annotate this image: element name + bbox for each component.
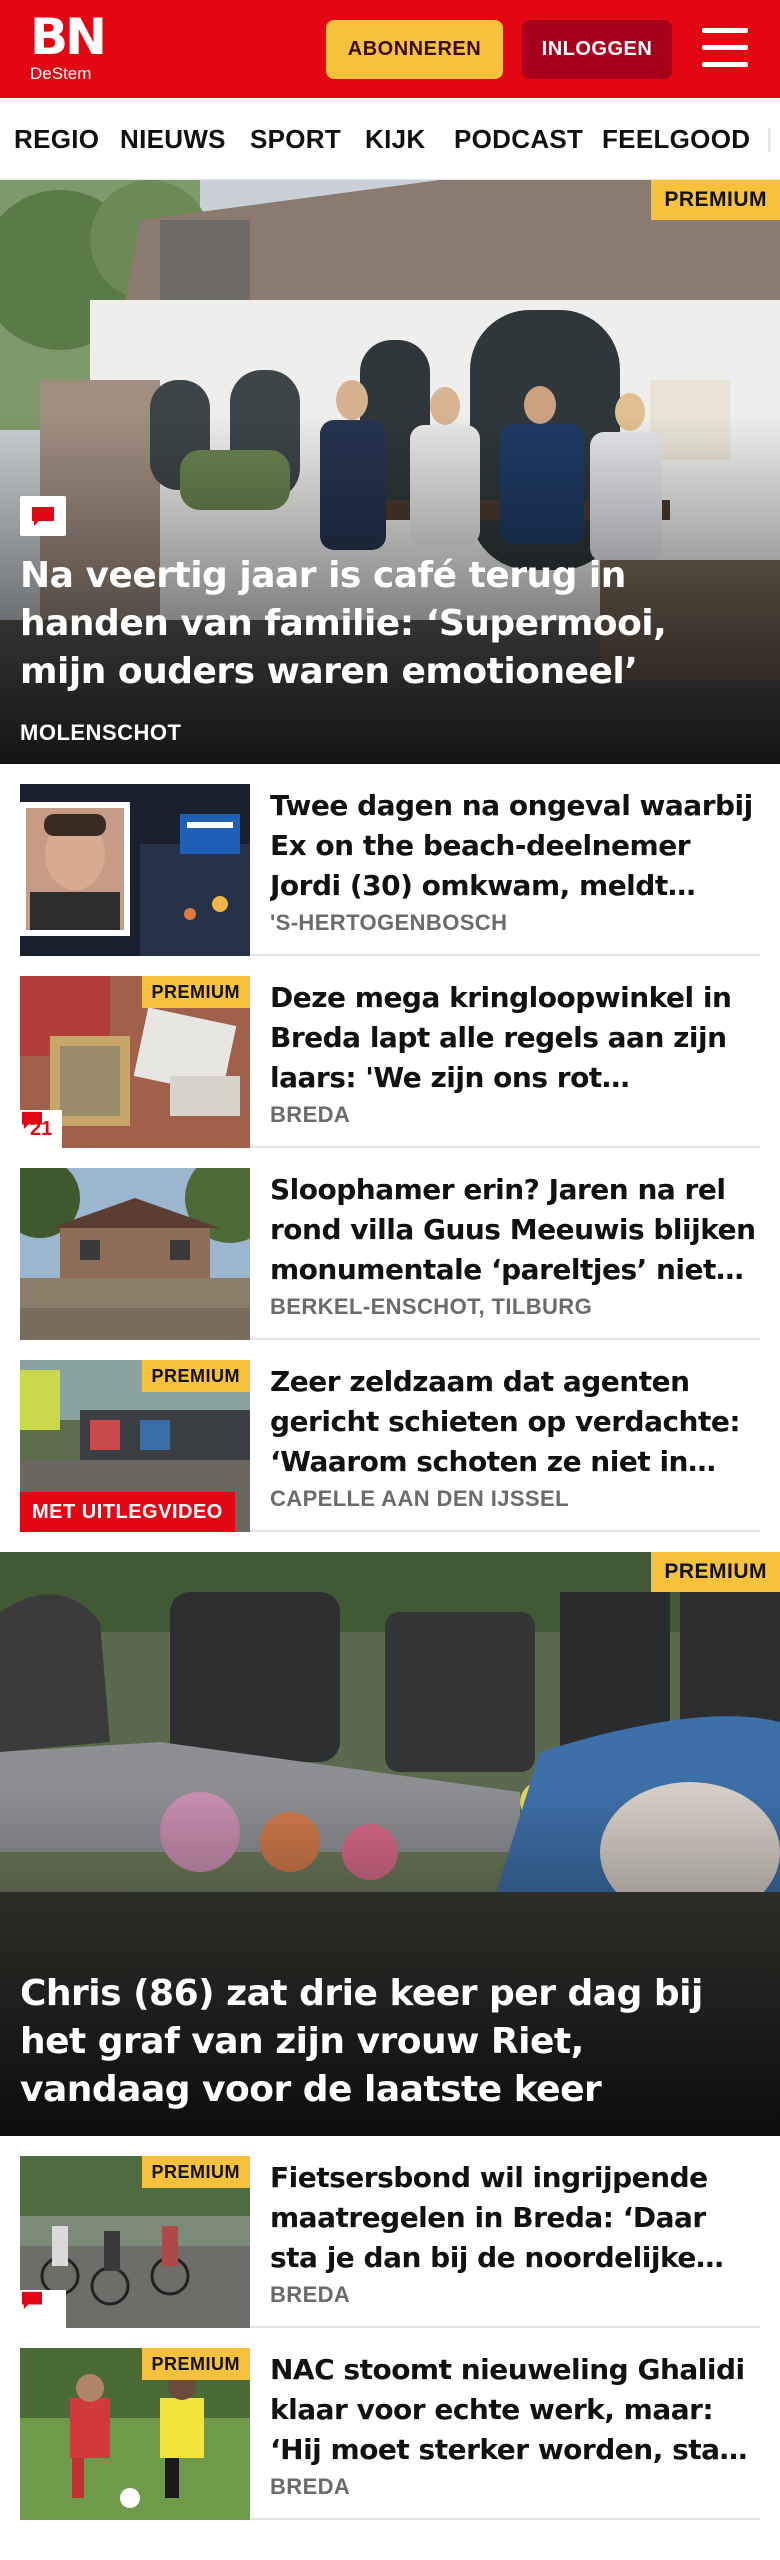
hero-article-graf[interactable]: PREMIUM Chris (86) zat drie keer per dag… [0, 1552, 780, 2136]
login-button[interactable]: INLOGGEN [522, 20, 672, 79]
nav-item-sport[interactable]: SPORT [250, 124, 341, 154]
video-label-badge: MET UITLEGVIDEO [20, 1492, 235, 1532]
premium-badge: PREMIUM [651, 180, 780, 220]
nav-item-feelgood[interactable]: FEELGOOD [602, 124, 750, 154]
hero-article-cafe[interactable]: PREMIUM Na veertig jaar is café terug in… [0, 180, 780, 764]
article-place: BREDA [270, 1102, 351, 1127]
comment-bubble-icon [20, 2290, 66, 2328]
article-title[interactable]: NAC stoomt nieuweling Ghalidi klaar voor… [270, 2350, 760, 2470]
nav-item-podcast[interactable]: PODCAST [454, 124, 583, 154]
comment-bubble-icon [22, 1111, 42, 1130]
list-item[interactable]: PREMIUM NAC stoomt nieuweling Ghalidi kl… [20, 2348, 760, 2520]
article-title[interactable]: Twee dagen na ongeval waarbij Ex on the … [270, 786, 760, 906]
list-item[interactable]: PREMIUM MET UITLEGVIDEO Zeer zeldzaam da… [20, 1360, 760, 1532]
article-thumbnail [20, 1168, 250, 1340]
hero-title[interactable]: Chris (86) zat drie keer per dag bij het… [20, 1970, 756, 2114]
premium-badge: PREMIUM [141, 2156, 250, 2188]
list-item[interactable]: PREMIUM 21 Deze mega kringloopwinkel in … [20, 976, 760, 1148]
nav-item-kijk[interactable]: KIJK [365, 124, 425, 154]
article-place: BREDA [270, 2474, 351, 2499]
article-thumbnail: PREMIUM 21 [20, 976, 250, 1148]
subscribe-button[interactable]: ABONNEREN [326, 20, 503, 79]
section-nav: REGIO NIEUWS SPORT KIJK PODCAST FEELGOOD [0, 98, 780, 180]
premium-badge: PREMIUM [141, 1360, 250, 1392]
logo-sub-text: DeStem [30, 64, 92, 83]
logo-main-text: BN [30, 8, 107, 66]
list-item[interactable]: Sloophamer erin? Jaren na rel rond villa… [20, 1168, 760, 1340]
article-place: CAPELLE AAN DEN IJSSEL [270, 1486, 569, 1511]
list-item[interactable]: PREMIUM Fietsersbond wil ingrijpende maa… [20, 2156, 760, 2328]
article-thumbnail [20, 784, 250, 956]
article-title[interactable]: Deze mega kringloopwinkel in Breda lapt … [270, 978, 760, 1098]
premium-badge: PREMIUM [141, 2348, 250, 2380]
nav-item-regio[interactable]: REGIO [14, 124, 99, 154]
bn-destem-logo[interactable]: BN DeStem [30, 12, 110, 88]
premium-badge: PREMIUM [141, 976, 250, 1008]
hamburger-menu-icon[interactable] [700, 26, 750, 70]
article-title[interactable]: Zeer zeldzaam dat agenten gericht schiet… [270, 1362, 760, 1482]
list-item[interactable]: Twee dagen na ongeval waarbij Ex on the … [20, 784, 760, 956]
article-place: BERKEL-ENSCHOT, TILBURG [270, 1294, 593, 1319]
article-place: BREDA [270, 2282, 351, 2307]
article-thumbnail: PREMIUM [20, 2156, 250, 2328]
comment-count-badge: 21 [20, 1110, 63, 1148]
hero-title[interactable]: Na veertig jaar is café terug in handen … [20, 552, 756, 696]
site-header: BN DeStem ABONNEREN INLOGGEN [0, 0, 780, 98]
article-title[interactable]: Fietsersbond wil ingrijpende maatregelen… [270, 2158, 760, 2278]
article-place: 'S-HERTOGENBOSCH [270, 910, 508, 935]
hero-place: MOLENSCHOT [20, 720, 182, 745]
comment-bubble-icon [20, 496, 66, 536]
article-thumbnail: PREMIUM [20, 2348, 250, 2520]
article-thumbnail: PREMIUM MET UITLEGVIDEO [20, 1360, 250, 1532]
nav-item-nieuws[interactable]: NIEUWS [120, 124, 226, 154]
nav-scroll-fade [750, 98, 780, 179]
article-title[interactable]: Sloophamer erin? Jaren na rel rond villa… [270, 1170, 760, 1290]
premium-badge: PREMIUM [651, 1552, 780, 1592]
